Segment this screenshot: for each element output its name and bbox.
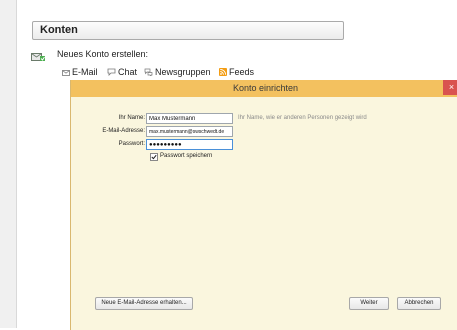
remember-password-label[interactable]: Passwort speichern [160, 153, 212, 159]
new-account-label: Neues Konto erstellen: [57, 49, 149, 59]
name-input[interactable] [146, 113, 233, 124]
dialog-title: Konto einrichten [232, 83, 299, 93]
checkmark-icon [151, 154, 157, 160]
feeds-account-label: Feeds [229, 67, 255, 77]
name-label: Ihr Name: [118, 115, 145, 121]
next-button[interactable]: Weiter [349, 297, 389, 310]
cancel-button[interactable]: Abbrechen [397, 297, 441, 310]
left-strip [0, 0, 17, 328]
email-account-link[interactable]: E-Mail [62, 67, 98, 77]
name-hint: Ihr Name, wie er anderen Personen gezeig… [238, 115, 367, 121]
konten-header: Konten [32, 21, 344, 40]
newsgroups-account-link[interactable]: Newsgruppen [144, 67, 211, 77]
konten-title: Konten [40, 24, 78, 36]
new-account-icon [31, 53, 45, 61]
chat-icon [107, 68, 116, 76]
password-input[interactable] [146, 139, 233, 150]
password-label: Passwort: [118, 141, 145, 147]
email-label: E-Mail-Adresse: [102, 128, 145, 134]
chat-account-link[interactable]: Chat [107, 67, 137, 77]
close-icon[interactable]: × [443, 80, 457, 95]
feeds-account-link[interactable]: Feeds [219, 67, 254, 77]
rss-icon [219, 68, 227, 76]
newsgroups-icon [144, 68, 153, 77]
dialog-titlebar[interactable]: Konto einrichten × [71, 80, 457, 97]
account-setup-dialog: Konto einrichten × Ihr Name: Ihr Name, w… [70, 80, 457, 330]
email-input[interactable] [146, 126, 233, 137]
newsgroups-account-label: Newsgruppen [155, 67, 211, 77]
envelope-icon [62, 70, 70, 76]
get-new-email-button[interactable]: Neue E-Mail-Adresse erhalten... [95, 297, 193, 310]
remember-password-checkbox[interactable] [150, 153, 158, 161]
email-account-label: E-Mail [72, 67, 98, 77]
chat-account-label: Chat [118, 67, 138, 77]
